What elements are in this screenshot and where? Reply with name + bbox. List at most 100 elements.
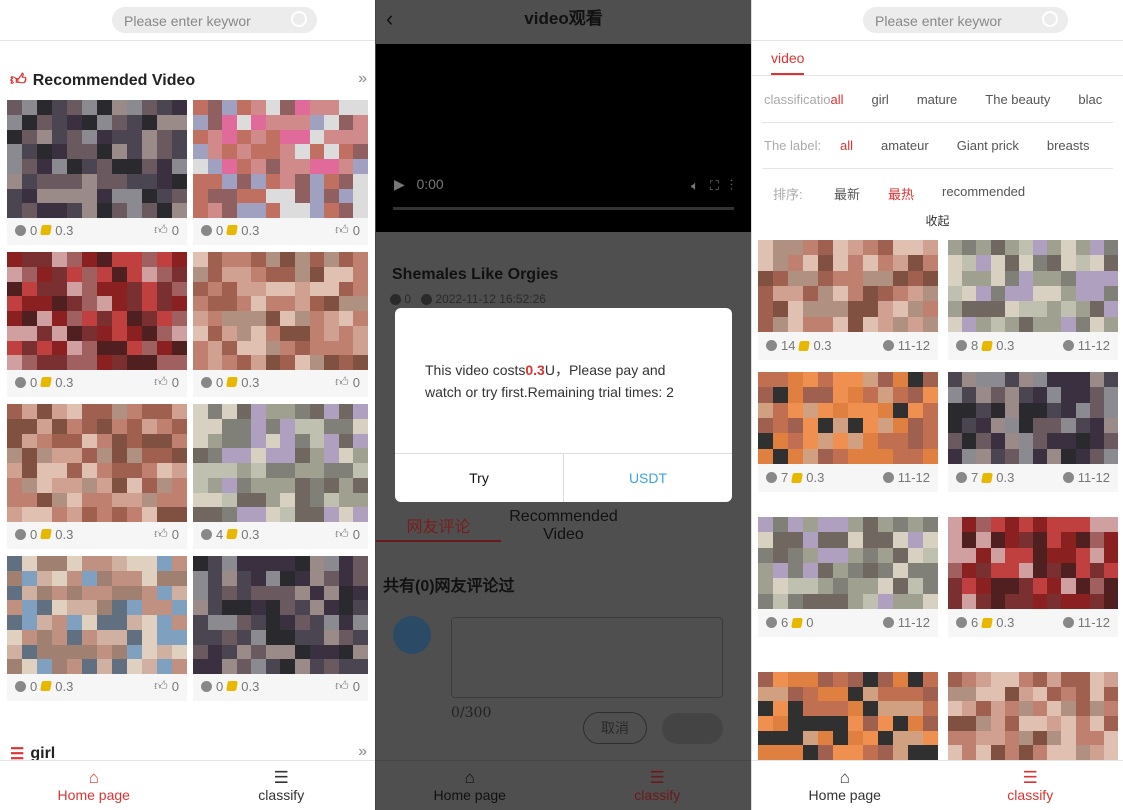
video-card[interactable]: 0 0.3 👍︎ 0: [193, 556, 368, 701]
tab-comments[interactable]: 网友评论: [376, 506, 501, 542]
search-input[interactable]: Please enter keywor: [112, 7, 317, 33]
divider: [762, 168, 1113, 169]
date: 11-12: [897, 615, 930, 630]
video-card[interactable]: 7 0.3 11-12: [758, 372, 938, 492]
video-thumbnail[interactable]: [948, 240, 1118, 332]
coin-icon: [798, 340, 811, 351]
more-chevron-icon[interactable]: »: [358, 743, 367, 761]
tab-recommended[interactable]: Recommended Video: [501, 508, 626, 544]
video-thumbnail[interactable]: [7, 404, 187, 522]
video-card[interactable]: 14 0.3 11-12: [758, 240, 938, 360]
tab-video[interactable]: video: [771, 50, 805, 75]
nav-label: classify: [258, 787, 305, 803]
date: 2022-11-12 16:52:26: [435, 292, 546, 306]
filter-option[interactable]: girl: [871, 92, 888, 107]
coin-icon: [226, 377, 239, 387]
header-title: video观看: [524, 9, 603, 28]
more-icon[interactable]: ⋮: [730, 178, 733, 193]
video-thumbnail[interactable]: [948, 372, 1118, 464]
video-thumbnail[interactable]: [193, 100, 368, 218]
nav-home[interactable]: ⌂ Home page: [376, 761, 564, 810]
nav-classify[interactable]: ☰ classify: [188, 761, 376, 810]
video-thumbnail[interactable]: [758, 672, 938, 760]
modal-message: This video costs0.3U，Please pay and watc…: [395, 308, 732, 453]
submit-button[interactable]: [662, 713, 723, 744]
list-icon: ☰: [273, 768, 289, 787]
video-thumbnail[interactable]: [758, 372, 938, 464]
play-count-icon: [201, 224, 212, 236]
back-icon[interactable]: ‹: [386, 0, 393, 38]
price: 0.3: [813, 338, 832, 353]
video-card[interactable]: 0 0.3 👍︎ 0: [7, 556, 187, 701]
video-player[interactable]: ▶ 0:00 🔈︎ ⛶ ⋮: [376, 44, 751, 232]
filter-option[interactable]: all: [830, 92, 843, 107]
volume-icon[interactable]: 🔈︎: [691, 178, 699, 193]
nav-label: Home page: [433, 787, 506, 803]
video-thumbnail[interactable]: [948, 672, 1118, 760]
search-input[interactable]: Please enter keywor: [863, 7, 1068, 33]
video-thumbnail[interactable]: [758, 240, 938, 332]
video-card[interactable]: 8 0.3 11-12: [948, 240, 1118, 360]
video-thumbnail[interactable]: [193, 252, 368, 370]
nav-home[interactable]: ⌂ Home page: [0, 761, 188, 810]
try-button[interactable]: Try: [395, 454, 564, 502]
usdt-button[interactable]: USDT: [564, 454, 732, 502]
play-count-icon: [201, 376, 212, 388]
comment-textarea[interactable]: [451, 617, 723, 698]
video-card[interactable]: 0 0.3 👍︎ 0: [193, 100, 368, 245]
filter-option[interactable]: all: [840, 138, 853, 153]
play-count: 6: [781, 615, 789, 630]
date: 11-12: [897, 338, 930, 353]
video-thumbnail[interactable]: [193, 404, 368, 522]
filter-option[interactable]: The beauty: [985, 92, 1050, 107]
play-count-icon: [390, 294, 401, 306]
filter-option[interactable]: Giant prick: [957, 138, 1019, 153]
play-count-icon: [15, 528, 26, 540]
nav-home[interactable]: ⌂ Home page: [752, 761, 938, 810]
nav-classify[interactable]: ☰ classify: [938, 761, 1123, 810]
collapse-button[interactable]: 收起: [752, 212, 1123, 229]
video-card[interactable]: 4 0.3 👍︎ 0: [193, 404, 368, 549]
price: 0.3: [241, 374, 260, 390]
home-icon: ⌂: [464, 768, 475, 787]
filter-option[interactable]: breasts: [1047, 138, 1090, 153]
filter-option[interactable]: recommended: [942, 184, 1025, 203]
video-thumbnail[interactable]: [7, 556, 187, 674]
cancel-button[interactable]: 取消: [583, 712, 647, 744]
fullscreen-icon[interactable]: ⛶: [710, 178, 719, 193]
filter-option[interactable]: 最热: [888, 184, 914, 203]
filter-option[interactable]: 最新: [834, 184, 860, 203]
video-thumbnail[interactable]: [193, 556, 368, 674]
coin-icon: [981, 340, 994, 351]
search-icon[interactable]: [1042, 11, 1058, 27]
like-count: 0: [171, 678, 179, 694]
video-card[interactable]: 0 0.3 👍︎ 0: [7, 100, 187, 245]
section-title: Recommended Video: [32, 71, 196, 89]
play-count-icon: [15, 224, 26, 236]
video-card[interactable]: 6 0.3 11-12: [948, 517, 1118, 637]
more-chevron-icon[interactable]: »: [358, 70, 367, 88]
video-card[interactable]: 0 0.3 👍︎ 0: [7, 404, 187, 549]
coin-icon: [791, 472, 804, 483]
filter-label: 排序:: [773, 187, 803, 202]
progress-bar[interactable]: [393, 207, 734, 210]
views: 0: [404, 292, 412, 306]
play-icon[interactable]: ▶: [394, 176, 405, 192]
video-thumbnail[interactable]: [758, 517, 938, 609]
video-thumbnail[interactable]: [7, 100, 187, 218]
nav-classify[interactable]: ☰ classify: [564, 761, 752, 810]
play-count: 7: [781, 470, 789, 485]
video-card[interactable]: 0 0.3 👍︎ 0: [7, 252, 187, 397]
video-thumbnail[interactable]: [7, 252, 187, 370]
search-icon[interactable]: [291, 11, 307, 27]
play-count-icon: [956, 617, 967, 628]
divider: [752, 40, 1123, 41]
filter-option[interactable]: blac: [1078, 92, 1102, 107]
video-card[interactable]: 7 0.3 11-12: [948, 372, 1118, 492]
filter-option[interactable]: mature: [917, 92, 957, 107]
card-stats: 6 0.3 11-12: [948, 615, 1118, 630]
video-card[interactable]: 0 0.3 👍︎ 0: [193, 252, 368, 397]
video-thumbnail[interactable]: [948, 517, 1118, 609]
video-card[interactable]: 6 0 11-12: [758, 517, 938, 637]
filter-option[interactable]: amateur: [881, 138, 929, 153]
